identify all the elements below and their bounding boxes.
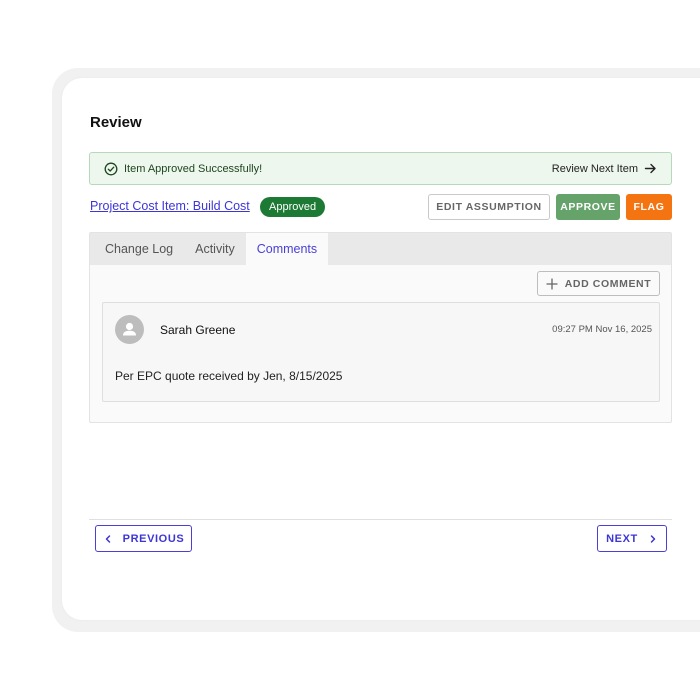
tab-bar: Change Log Activity Comments	[90, 233, 671, 265]
arrow-right-icon	[644, 162, 657, 175]
chevron-left-icon	[103, 534, 113, 544]
check-circle-icon	[104, 162, 118, 176]
page-title: Review	[90, 114, 142, 131]
status-badge: Approved	[260, 197, 326, 217]
footer-divider	[89, 519, 672, 520]
edit-assumption-button[interactable]: EDIT ASSUMPTION	[428, 194, 550, 220]
tab-activity[interactable]: Activity	[184, 233, 246, 265]
add-comment-button[interactable]: ADD COMMENT	[537, 271, 660, 296]
add-comment-label: ADD COMMENT	[564, 277, 652, 290]
detail-panel: Change Log Activity Comments ADD COMMENT…	[89, 232, 672, 423]
next-label: NEXT	[606, 532, 638, 545]
next-button[interactable]: NEXT	[597, 525, 667, 552]
plus-icon	[546, 277, 558, 290]
comment-item: Sarah Greene 09:27 PM Nov 16, 2025 Per E…	[102, 302, 660, 402]
project-cost-item-link[interactable]: Project Cost Item: Build Cost	[90, 199, 250, 213]
chevron-right-icon	[648, 534, 658, 544]
comment-text: Per EPC quote received by Jen, 8/15/2025	[115, 369, 343, 383]
success-alert: Item Approved Successfully! Review Next …	[89, 152, 672, 185]
previous-button[interactable]: PREVIOUS	[95, 525, 192, 552]
tab-comments[interactable]: Comments	[245, 233, 329, 265]
alert-message: Item Approved Successfully!	[124, 162, 263, 175]
review-next-item-label: Review Next Item	[551, 162, 638, 175]
comment-timestamp: 09:27 PM Nov 16, 2025	[552, 324, 652, 335]
avatar	[115, 315, 144, 344]
approve-button[interactable]: APPROVE	[556, 194, 620, 220]
person-icon	[123, 322, 136, 336]
flag-button[interactable]: FLAG	[626, 194, 672, 220]
comment-author: Sarah Greene	[160, 323, 236, 337]
previous-label: PREVIOUS	[122, 532, 185, 545]
review-next-item-link[interactable]: Review Next Item	[552, 162, 657, 175]
tab-change-log[interactable]: Change Log	[90, 233, 184, 265]
